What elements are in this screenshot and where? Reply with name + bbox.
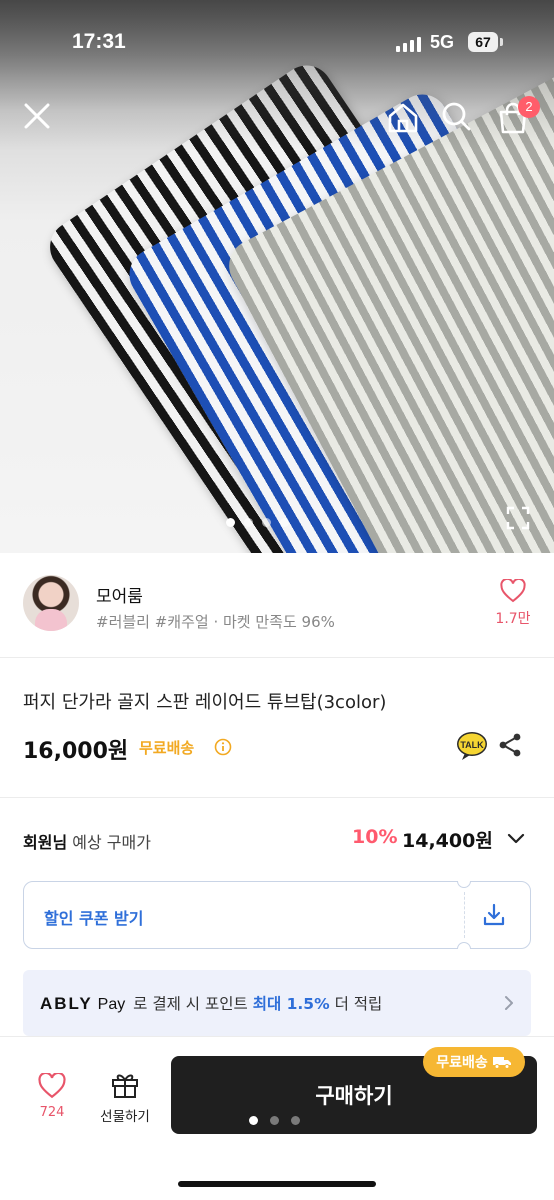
share-icon[interactable] xyxy=(497,732,523,758)
gift-label: 선물하기 xyxy=(100,1109,150,1125)
kakaotalk-icon[interactable]: TALK xyxy=(456,731,488,761)
product-like-button[interactable]: 724 xyxy=(30,1071,74,1120)
signal-icon xyxy=(396,36,422,52)
bottom-action-bar: 724 선물하기 구매하기 무료배송 xyxy=(0,1036,554,1200)
pay-text-before: 로 결제 시 포인트 xyxy=(133,995,248,1013)
status-time: 17:31 xyxy=(72,30,126,53)
free-shipping-badge: 무료배송 xyxy=(423,1047,525,1077)
ably-pay-banner[interactable]: ABLY Pay 로 결제 시 포인트 최대 1.5% 더 적립 xyxy=(23,970,531,1036)
coupon-label: 할인 쿠폰 받기 xyxy=(44,909,144,928)
page-dot xyxy=(226,518,235,527)
seller-like-count: 1.7만 xyxy=(495,611,531,627)
page-dot xyxy=(262,518,271,527)
gift-icon xyxy=(112,1074,138,1098)
svg-text:TALK: TALK xyxy=(460,740,484,750)
expand-image-button[interactable] xyxy=(500,500,536,536)
member-label-bold: 회원님 xyxy=(23,833,68,852)
gift-button[interactable]: 선물하기 xyxy=(92,1071,158,1125)
truck-icon xyxy=(492,1057,511,1069)
coupon-divider xyxy=(464,892,465,938)
seller-like-button[interactable]: 1.7만 xyxy=(488,577,538,628)
close-button[interactable] xyxy=(19,98,55,134)
heart-icon xyxy=(38,1071,66,1099)
search-button[interactable] xyxy=(438,98,474,134)
buy-label: 구매하기 xyxy=(315,1084,393,1108)
page-dot xyxy=(244,518,253,527)
image-page-indicator xyxy=(226,518,289,527)
chevron-right-icon xyxy=(505,996,513,1010)
info-icon[interactable] xyxy=(214,738,232,756)
page-dot xyxy=(291,1116,300,1125)
page-dot xyxy=(280,518,289,527)
member-label-text: 예상 구매가 xyxy=(72,833,151,852)
home-indicator xyxy=(178,1181,376,1187)
pay-logo-sub: Pay xyxy=(97,996,126,1013)
status-bar: 17:31 5G 67 xyxy=(0,24,554,64)
pay-highlight: 최대 1.5% xyxy=(252,995,330,1013)
free-shipping-label: 무료배송 xyxy=(436,1055,488,1071)
coupon-notch xyxy=(457,942,471,949)
network-label: 5G xyxy=(430,32,455,52)
battery-icon: 67 xyxy=(468,32,498,52)
product-like-count: 724 xyxy=(39,1105,65,1120)
battery-tip xyxy=(500,38,503,46)
product-price: 16,000원 xyxy=(23,739,129,764)
coupon-download-button[interactable]: 할인 쿠폰 받기 xyxy=(23,881,531,949)
download-icon[interactable] xyxy=(481,902,507,928)
product-title: 퍼지 단가라 골지 스판 레이어드 튜브탑(3color) xyxy=(23,692,387,713)
chevron-down-icon[interactable] xyxy=(505,827,527,849)
seller-avatar[interactable] xyxy=(23,575,79,631)
member-discount-rate: 10% xyxy=(352,826,398,848)
expand-icon xyxy=(506,506,530,530)
member-price-value: 14,400원 xyxy=(402,830,493,852)
home-icon xyxy=(388,103,418,133)
home-button[interactable] xyxy=(385,100,421,136)
search-icon xyxy=(442,102,471,131)
avatar-figure xyxy=(35,609,67,631)
cart-count-badge: 2 xyxy=(518,96,540,118)
member-price-label: 회원님 예상 구매가 xyxy=(23,829,151,853)
page-dot xyxy=(270,1116,279,1125)
product-image-carousel[interactable]: 17:31 5G 67 2 xyxy=(0,0,554,553)
product-info: 퍼지 단가라 골지 스판 레이어드 튜브탑(3color) 16,000원 무료… xyxy=(0,658,554,798)
shipping-label: 무료배송 xyxy=(139,739,195,757)
seller-tags: #러블리 #캐주얼 · 마켓 만족도 96% xyxy=(96,613,335,631)
member-price-row[interactable]: 회원님 예상 구매가 10% 14,400원 xyxy=(0,799,554,879)
page-indicator xyxy=(249,1116,300,1125)
heart-icon xyxy=(500,577,526,603)
page-dot xyxy=(249,1116,258,1125)
ably-pay-text: ABLY Pay 로 결제 시 포인트 최대 1.5% 더 적립 xyxy=(40,992,382,1014)
pay-text-after: 더 적립 xyxy=(334,995,383,1013)
close-icon xyxy=(24,103,50,129)
seller-section[interactable]: 모어룸 #러블리 #캐주얼 · 마켓 만족도 96% 1.7만 xyxy=(0,553,554,658)
ably-logo: ABLY xyxy=(40,994,93,1013)
seller-name[interactable]: 모어룸 xyxy=(96,582,143,607)
